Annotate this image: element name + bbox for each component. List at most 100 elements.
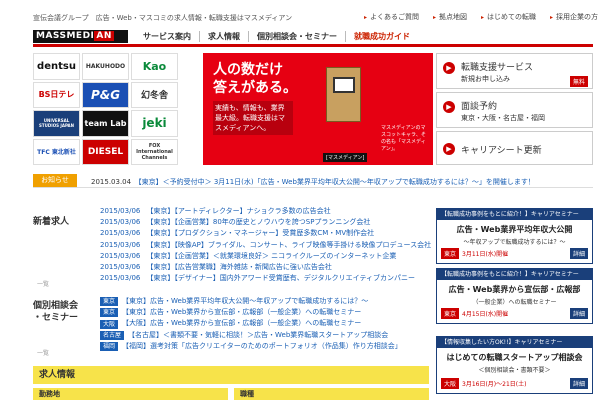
mascot-character: [326, 67, 361, 122]
job-title: 【東京】【アートディレクター】ナショクラ多数の広告会社: [146, 207, 331, 215]
job-date: 2015/03/06: [100, 263, 141, 272]
promo-header: 【転職成功事例をもとに紹介！】キャリアセミナー: [437, 269, 592, 280]
utility-link-faq[interactable]: よくあるご質問: [364, 12, 419, 22]
city-chip: 大阪: [100, 319, 119, 329]
seminar-title: 【東京】広告・Web業界から宣伝部・広報部（一般企業）への転職セミナー: [122, 308, 362, 317]
tab-location[interactable]: 勤務地: [33, 388, 228, 400]
promo-date: 4月15日(水)開催: [462, 311, 509, 318]
tab-job-type[interactable]: 職種: [234, 388, 429, 400]
list-item[interactable]: 2015/03/06 【東京】【プロダクション・マネージャー】受賞歴多数CM・MV…: [100, 228, 430, 239]
nav-jobs[interactable]: 求人情報: [199, 31, 248, 42]
city-chip: 福岡: [100, 341, 119, 351]
city-badge: 大阪: [441, 378, 460, 389]
jobs-section-heading: 求人情報: [33, 366, 429, 384]
promo-meta: 大阪 3月16日(月)～21日(土): [441, 378, 526, 389]
job-title: 【東京】【映像AP】ブライダル、コンサート、ライブ映像等手掛ける映像プロデュース…: [146, 240, 432, 249]
service-interview-title: 面談予約: [461, 102, 498, 112]
details-button[interactable]: 詳細: [569, 378, 588, 389]
seminar-title: 【東京】広告・Web業界平均年収大公開～年収アップで転職成功するには？～: [122, 297, 369, 305]
client-logo-dentsu: dentsu: [33, 53, 80, 80]
promo-title: 広告・Web業界平均年収大公開: [456, 225, 573, 234]
promo-card-1[interactable]: 【転職成功事例をもとに紹介！】キャリアセミナー 広告・Web業界平均年収大公開 …: [436, 208, 593, 264]
client-logo-usj: UNIVERSAL STUDIOS JAPAN: [33, 110, 80, 137]
city-chip: 東京: [100, 308, 119, 318]
city-badge: 東京: [441, 248, 460, 259]
job-title: 【東京】【企画営業】80年の歴史とノウハウを誇つSPプランニング会社: [146, 218, 371, 227]
promo-date: 3月11日(水)開催: [462, 251, 509, 258]
list-item[interactable]: 2015/03/06 【東京】【企画営業】＜就業環境良好＞ ニコライクルーズのイン…: [100, 251, 430, 262]
job-date: 2015/03/06: [100, 207, 141, 215]
promo-header: 【情報収集したい方OK!!】キャリアセミナー: [437, 337, 592, 348]
new-jobs-list: 2015/03/06 【東京】【アートディレクター】ナショクラ多数の広告会社 20…: [100, 206, 432, 284]
list-item[interactable]: 東京 【東京】広告・Web業界から宣伝部・広報部（一般企業）への転職セミナー: [100, 307, 430, 318]
promo-sub: ～年収アップで転職成功するには？～: [463, 239, 566, 246]
seminar-heading-line1: 個別相談会: [33, 301, 79, 311]
seminar-title: 【福岡】選考対策「広告クリエイターのためのポートフォリオ（作品集）作り方相談会」: [122, 341, 402, 350]
seminar-more-link[interactable]: 一覧: [37, 348, 49, 357]
new-jobs-heading: 新着求人: [33, 217, 70, 227]
job-date: 2015/03/06: [100, 251, 141, 260]
promo-sub: ＜個別相談会・書類不要＞: [478, 367, 551, 374]
service-career-sheet-button[interactable]: ▶ キャリアシート更新: [436, 131, 593, 165]
mascot-label: [マスメディアン]: [323, 153, 368, 162]
arrow-icon: ▶: [443, 143, 455, 155]
notice-label: お知らせ: [33, 174, 77, 187]
notice-item[interactable]: 2015.03.04 【東京】＜予約受付中＞ 3月11日(水)「広告・Web業界…: [91, 177, 535, 187]
list-item[interactable]: 2015/03/06 【東京】【映像AP】ブライダル、コンサート、ライブ映像等手掛…: [100, 240, 432, 251]
jobs-tabs: 勤務地 職種: [33, 388, 429, 400]
logo-accent: AN: [94, 31, 114, 41]
hero-headline-line1: 人の数だけ: [213, 62, 283, 78]
nav-divider: [33, 44, 593, 47]
nav-success-guide[interactable]: 就職成功ガイド: [345, 31, 418, 42]
city-chip: 東京: [100, 297, 119, 307]
client-logo-pg: P&G: [82, 81, 129, 108]
list-item[interactable]: 東京 【東京】広告・Web業界平均年収大公開～年収アップで転職成功するには？～: [100, 296, 430, 307]
list-item[interactable]: 2015/03/06 【東京】【アートディレクター】ナショクラ多数の広告会社: [100, 206, 430, 217]
hero-headline: 人の数だけ 答えがある。: [213, 61, 297, 97]
site-tagline: 宣伝会議グループ 広告・Web・マスコミの求人情報・転職支援はマスメディアン: [33, 14, 293, 22]
nav-seminars[interactable]: 個別相談会・セミナー: [248, 31, 345, 42]
promo-header: 【転職成功事例をもとに紹介！】キャリアセミナー: [437, 209, 592, 220]
notice-text[interactable]: 【東京】＜予約受付中＞ 3月11日(水)「広告・Web業界平均年収大公開～年収ア…: [138, 178, 535, 186]
free-badge: 無料: [569, 76, 588, 87]
utility-link-first-job[interactable]: はじめての転職: [481, 12, 536, 22]
details-button[interactable]: 詳細: [569, 308, 588, 319]
client-logos: dentsu HAKUHODO Kao BS日テレ P&G 幻冬舎 UNIVER…: [33, 53, 178, 165]
new-jobs-more-link[interactable]: 一覧: [37, 279, 49, 288]
client-logo-diesel: DIESEL: [82, 138, 129, 165]
seminar-title: 【大阪】広告・Web業界から宣伝部・広報部（一般企業）への転職セミナー: [122, 319, 362, 328]
seminar-title: 【名古屋】＜書類不要・気軽に相談！＞広告・Web業界転職スタートアップ相談会: [128, 330, 389, 339]
utility-link-map[interactable]: 拠点地図: [433, 12, 467, 22]
service-interview-button[interactable]: ▶ 面談予約 東京・大阪・名古屋・福岡: [436, 92, 593, 128]
city-chip: 名古屋: [100, 330, 125, 340]
promo-meta: 東京 4月15日(水)開催: [441, 308, 508, 319]
hero-headline-line2: 答えがある。: [213, 80, 297, 96]
utility-link-employers[interactable]: 採用企業の方: [550, 12, 598, 22]
service-signup-button[interactable]: ▶ 転職支援サービス 新規お申し込み 無料: [436, 53, 593, 89]
hero-left-strip: [181, 53, 203, 165]
job-title: 【東京】【企画営業】＜就業環境良好＞ ニコライクルーズのインターネット企業: [146, 251, 397, 260]
hero-banner[interactable]: 人の数だけ 答えがある。 実績も、情報も、業界最大級。転職支援はマスメディアンへ…: [181, 53, 433, 165]
promo-card-2[interactable]: 【転職成功事例をもとに紹介！】キャリアセミナー 広告・Web業界から宣伝部・広報…: [436, 268, 593, 324]
arrow-icon: ▶: [443, 62, 455, 74]
list-item[interactable]: 2015/03/06 【東京】【デザイナー】国内外アワード受賞歴有、デジタルクリエ…: [100, 273, 430, 284]
promo-card-3[interactable]: 【情報収集したい方OK!!】キャリアセミナー はじめての転職スタートアップ相談会…: [436, 336, 593, 394]
client-logo-kao: Kao: [131, 53, 178, 80]
list-item[interactable]: 名古屋 【名古屋】＜書類不要・気軽に相談！＞広告・Web業界転職スタートアップ相談…: [100, 330, 430, 341]
client-logo-tfc: TFC 東北新社: [33, 138, 80, 165]
client-logo-fox: FOX International Channels: [131, 138, 178, 165]
details-button[interactable]: 詳細: [569, 248, 588, 259]
promo-title: はじめての転職スタートアップ相談会: [446, 353, 583, 362]
site-logo[interactable]: MASSMEDI AN: [33, 30, 128, 43]
list-item[interactable]: 2015/03/06 【東京】【企画営業】80年の歴史とノウハウを誇つSPプランニ…: [100, 217, 430, 228]
list-item[interactable]: 2015/03/06 【東京】【広告営業職】海外雑誌・新聞広告に強い広告会社: [100, 262, 430, 273]
service-career-sheet-title: キャリアシート更新: [461, 146, 542, 156]
nav-services[interactable]: サービス案内: [135, 31, 199, 42]
top-bar: 宣伝会議グループ 広告・Web・マスコミの求人情報・転職支援はマスメディアン よ…: [0, 0, 600, 30]
job-title: 【東京】【プロダクション・マネージャー】受賞歴多数CM・MV制作会社: [146, 229, 375, 238]
list-item[interactable]: 福岡 【福岡】選考対策「広告クリエイターのためのポートフォリオ（作品集）作り方相談…: [100, 341, 430, 352]
job-date: 2015/03/06: [100, 240, 141, 249]
city-badge: 東京: [441, 308, 460, 319]
hero-body: 実績も、情報も、業界最大級。転職支援はマスメディアンへ。: [213, 101, 293, 135]
list-item[interactable]: 大阪 【大阪】広告・Web業界から宣伝部・広報部（一般企業）への転職セミナー: [100, 318, 430, 329]
